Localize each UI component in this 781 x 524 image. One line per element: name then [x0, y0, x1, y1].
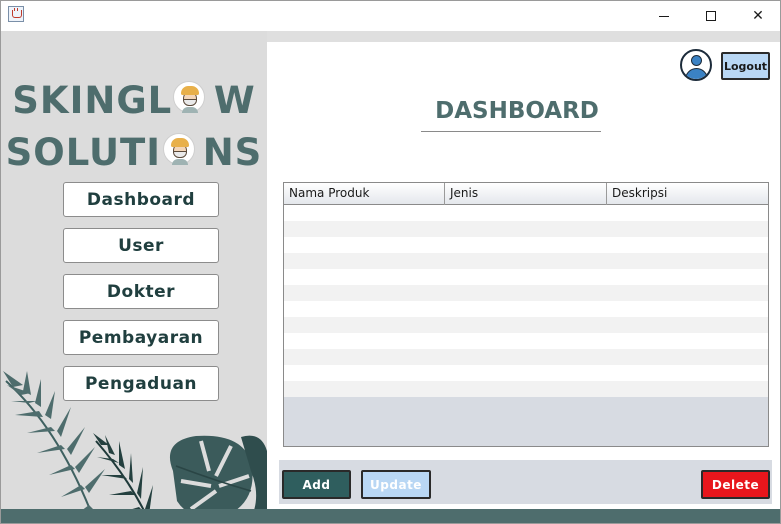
table-row[interactable]	[284, 269, 768, 285]
sidebar-item-dashboard[interactable]: Dashboard	[63, 182, 219, 217]
table-body[interactable]	[284, 205, 768, 397]
action-bar: Add Update Delete	[279, 460, 772, 504]
table-row[interactable]	[284, 285, 768, 301]
brand-title-line-1: SKINGL W	[12, 79, 256, 122]
minimize-icon	[659, 15, 669, 17]
tropical-leaves-decoration	[3, 371, 267, 523]
update-button[interactable]: Update	[361, 470, 431, 499]
table-row[interactable]	[284, 365, 768, 381]
logout-button[interactable]: Logout	[721, 52, 770, 80]
content-frame: SKINGL W SOLUTI NS Dashboard User Dokter…	[1, 31, 780, 523]
main-panel: Logout DASHBOARD Nama Produk Jenis Deskr…	[267, 42, 780, 511]
brand-title-line-2: SOLUTI NS	[5, 131, 263, 174]
table-row[interactable]	[284, 381, 768, 397]
user-avatar-icon[interactable]	[680, 49, 712, 81]
table-row[interactable]	[284, 349, 768, 365]
maximize-icon	[706, 11, 716, 21]
column-header-nama-produk[interactable]: Nama Produk	[284, 183, 445, 205]
column-header-deskripsi[interactable]: Deskripsi	[607, 183, 768, 205]
title-bar: ✕	[1, 1, 780, 31]
table-row[interactable]	[284, 333, 768, 349]
title-underline	[421, 131, 601, 132]
table-row[interactable]	[284, 253, 768, 269]
product-table[interactable]: Nama Produk Jenis Deskripsi	[283, 182, 769, 447]
maximize-button[interactable]	[688, 1, 734, 31]
column-header-jenis[interactable]: Jenis	[445, 183, 607, 205]
close-icon: ✕	[752, 8, 764, 24]
sidebar: SKINGL W SOLUTI NS Dashboard User Dokter…	[1, 31, 267, 523]
table-row[interactable]	[284, 301, 768, 317]
close-button[interactable]: ✕	[735, 1, 780, 31]
table-header: Nama Produk Jenis Deskripsi	[284, 183, 768, 205]
footer-strip	[1, 509, 780, 523]
table-row[interactable]	[284, 221, 768, 237]
app-window: ✕ SKINGL W SOLUTI NS Dashboard User Dokt…	[0, 0, 781, 524]
sidebar-item-dokter[interactable]: Dokter	[63, 274, 219, 309]
masked-face-logo-icon	[173, 81, 205, 113]
sidebar-item-user[interactable]: User	[63, 228, 219, 263]
table-row[interactable]	[284, 205, 768, 221]
minimize-button[interactable]	[641, 1, 687, 31]
table-row[interactable]	[284, 237, 768, 253]
page-title: DASHBOARD	[435, 98, 599, 124]
table-row[interactable]	[284, 317, 768, 333]
add-button[interactable]: Add	[282, 470, 351, 499]
java-app-icon	[8, 6, 24, 22]
delete-button[interactable]: Delete	[701, 470, 770, 499]
masked-face-logo-icon	[163, 133, 195, 165]
